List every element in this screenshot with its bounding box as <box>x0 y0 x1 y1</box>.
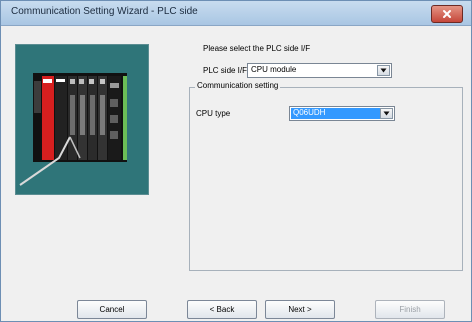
close-icon <box>442 9 452 19</box>
close-button[interactable] <box>431 5 463 23</box>
title-bar[interactable]: Communication Setting Wizard - PLC side <box>1 1 471 26</box>
cpu-type-label: CPU type <box>196 109 231 118</box>
next-button[interactable]: Next > <box>265 300 335 319</box>
chevron-down-icon[interactable] <box>377 65 390 76</box>
back-button[interactable]: < Back <box>187 300 257 319</box>
plc-side-if-selected-value: CPU module <box>251 65 297 74</box>
finish-button[interactable]: Finish <box>375 300 445 319</box>
plc-side-if-label: PLC side I/F <box>203 66 248 75</box>
cpu-type-dropdown[interactable]: Q06UDH <box>289 106 395 121</box>
communication-setting-legend: Communication setting <box>195 81 281 90</box>
wizard-content: Please select the PLC side I/F PLC side … <box>7 27 465 319</box>
instruction-text: Please select the PLC side I/F <box>203 44 311 53</box>
cancel-button[interactable]: Cancel <box>77 300 147 319</box>
plc-illustration-panel <box>15 44 149 195</box>
chevron-down-icon[interactable] <box>380 108 393 119</box>
window-title: Communication Setting Wizard - PLC side <box>11 6 198 17</box>
plc-hardware-image <box>16 45 148 194</box>
communication-setting-wizard-window: Communication Setting Wizard - PLC side <box>0 0 472 322</box>
plc-side-if-dropdown[interactable]: CPU module <box>247 63 392 78</box>
cpu-type-selected-value: Q06UDH <box>291 108 382 119</box>
